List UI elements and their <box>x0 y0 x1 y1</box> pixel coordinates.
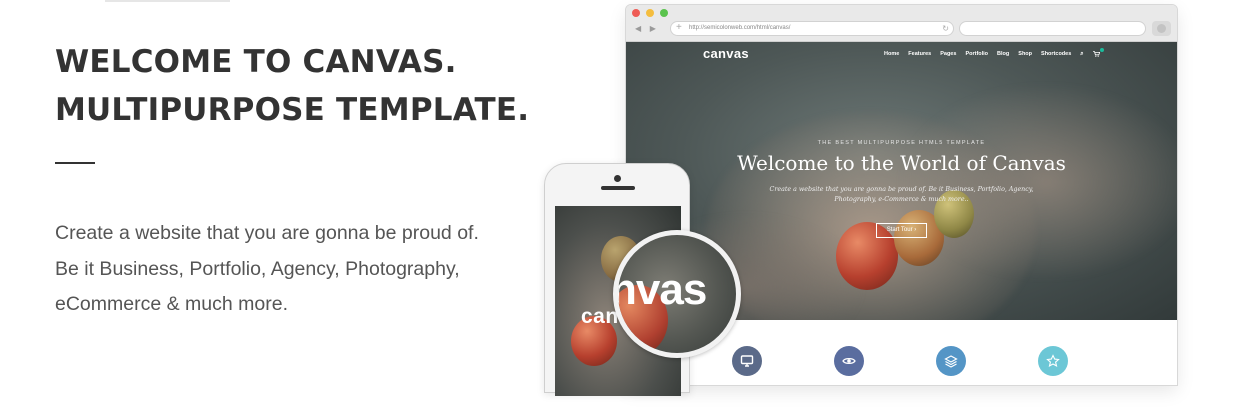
site-logo: canvas <box>703 46 749 61</box>
cart-badge <box>1100 48 1104 52</box>
nav-item-features: Features <box>908 51 932 57</box>
layers-icon <box>936 346 966 376</box>
reload-icon: ↻ <box>942 24 949 33</box>
nav-item-pages: Pages <box>940 51 957 57</box>
top-divider-fragment <box>105 0 230 2</box>
star-icon <box>1038 346 1068 376</box>
monitor-icon <box>732 346 762 376</box>
address-url: http://semicolonweb.com/html/canvas/ <box>689 25 791 31</box>
browser-menu-icon <box>1152 21 1171 36</box>
maximize-dot-icon <box>660 9 668 17</box>
plus-icon: + <box>676 22 682 33</box>
browser-search-bar <box>959 21 1146 36</box>
cart-icon <box>1092 51 1100 59</box>
site-nav: Home Features Pages Portfolio Blog Shop … <box>884 51 1100 59</box>
nav-item-shortcodes: Shortcodes <box>1041 51 1072 57</box>
minimize-dot-icon <box>646 9 654 17</box>
back-forward-icon: ◀ ▶ <box>635 24 659 33</box>
address-bar: + http://semicolonweb.com/html/canvas/ ↻ <box>670 21 954 36</box>
hero-title: Welcome to the World of Canvas <box>737 151 1066 175</box>
heading-line-1: WELCOME TO CANVAS. <box>55 44 457 80</box>
start-tour-button: Start Tour › <box>876 223 927 238</box>
magnified-logo-text: nvas <box>613 265 707 314</box>
nav-item-portfolio: Portfolio <box>965 51 989 57</box>
hero-eyebrow: THE BEST MULTIPURPOSE HTML5 TEMPLATE <box>817 140 986 146</box>
phone-speaker-icon <box>601 186 635 190</box>
logo-magnifier: nvas <box>613 230 741 358</box>
intro-description: Create a website that you are gonna be p… <box>55 222 479 315</box>
heading-line-2: MULTIPURPOSE TEMPLATE. <box>55 92 530 128</box>
nav-item-home: Home <box>884 51 900 57</box>
nav-item-blog: Blog <box>997 51 1010 57</box>
nav-item-shop: Shop <box>1018 51 1033 57</box>
browser-toolbar: ◀ ▶ + http://semicolonweb.com/html/canva… <box>626 5 1177 42</box>
heading-divider <box>55 162 95 164</box>
hero-subtitle: Create a website that you are gonna be p… <box>769 186 1034 203</box>
phone-camera-icon <box>614 175 621 182</box>
eye-icon <box>834 346 864 376</box>
page-heading: WELCOME TO CANVAS. MULTIPURPOSE TEMPLATE… <box>55 38 530 134</box>
search-icon: ⌕ <box>1080 51 1084 57</box>
close-dot-icon <box>632 9 640 17</box>
